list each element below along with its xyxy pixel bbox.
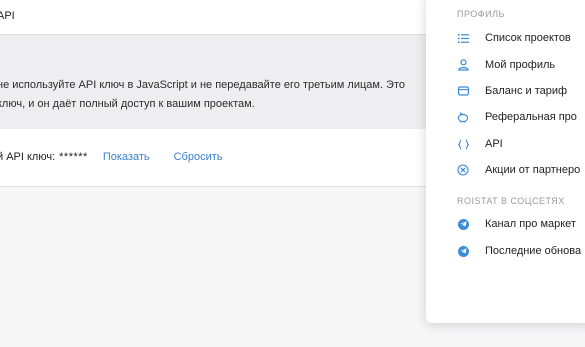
menu-item-projects[interactable]: Список проектов [457, 29, 585, 47]
menu-item-label: Баланс и тариф [485, 85, 568, 97]
menu-item-latest-updates[interactable]: Последние обнова [457, 242, 585, 260]
user-icon [457, 59, 469, 71]
menu-item-balance[interactable]: Баланс и тариф [457, 82, 585, 100]
badge-icon [457, 164, 469, 176]
menu-item-profile[interactable]: Мой профиль [457, 56, 585, 74]
show-key-link[interactable]: Показать [103, 151, 150, 163]
api-warning-line-2: ключ, и он даёт полный доступ к вашим пр… [0, 98, 255, 110]
api-key-row: й API ключ: ****** Показать Сбросить [0, 151, 223, 163]
api-warning-text: не используйте API ключ в JavaScript и н… [0, 76, 417, 114]
wallet-icon [457, 85, 469, 97]
menu-item-label: Мой профиль [485, 59, 556, 71]
menu-item-referral[interactable]: Реферальная про [457, 108, 585, 126]
api-key-label: й API ключ: [0, 151, 56, 163]
api-warning-line-1: не используйте API ключ в JavaScript и н… [0, 79, 405, 91]
piggy-bank-icon [457, 111, 469, 123]
menu-item-api[interactable]: API [457, 135, 585, 153]
api-key-masked-value: ****** [59, 151, 88, 163]
reset-key-link[interactable]: Сбросить [174, 151, 223, 163]
menu-item-label: Акции от партнеро [485, 164, 581, 176]
list-icon [457, 32, 469, 44]
menu-item-label: Список проектов [485, 32, 571, 44]
menu-item-label: Последние обнова [485, 245, 582, 257]
telegram-icon [457, 218, 469, 230]
profile-dropdown-menu: ПРОФИЛЬ Список проектов Мой профиль Бала… [426, 0, 585, 323]
menu-section-profile: ПРОФИЛЬ [457, 9, 505, 19]
telegram-icon [457, 245, 469, 257]
menu-item-label: Реферальная про [485, 111, 577, 123]
code-braces-icon [457, 138, 469, 150]
menu-section-social: ROISTAT В СОЦСЕТЯХ [457, 196, 565, 206]
page: API не используйте API ключ в JavaScript… [0, 0, 585, 347]
page-title: API [0, 10, 15, 22]
menu-item-label: Канал про маркет [485, 218, 576, 230]
menu-item-partner-offers[interactable]: Акции от партнеро [457, 161, 585, 179]
menu-item-marketing-channel[interactable]: Канал про маркет [457, 215, 585, 233]
menu-item-label: API [485, 138, 503, 150]
